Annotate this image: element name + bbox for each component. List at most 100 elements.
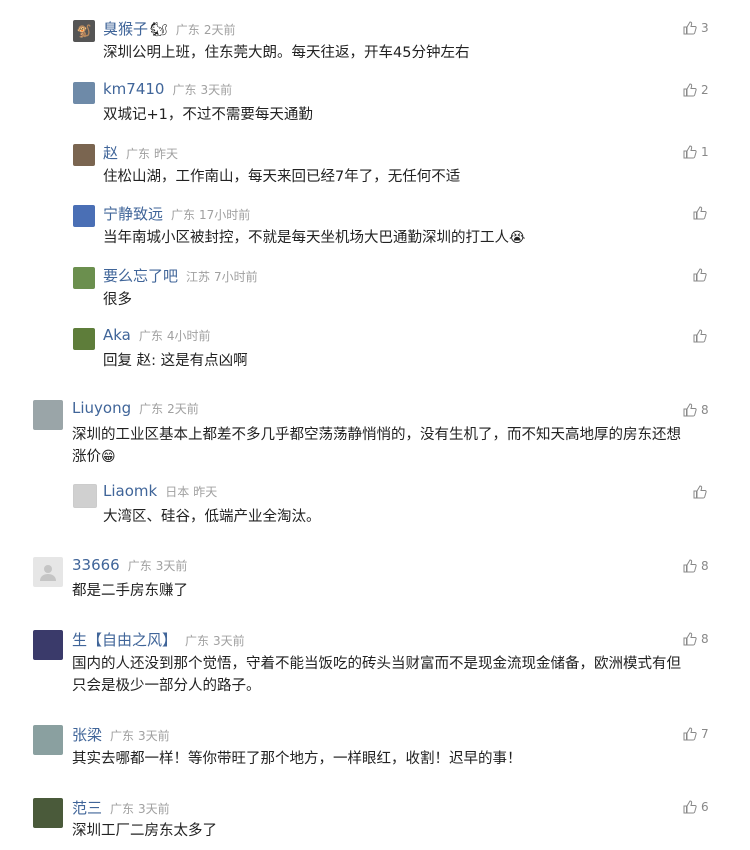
crying-emoji-icon: 😭 bbox=[509, 230, 526, 246]
comment-text: 双城记+1，不过不需要每天通勤 bbox=[103, 107, 313, 123]
username[interactable]: Aka bbox=[103, 326, 131, 344]
timestamp: 7小时前 bbox=[214, 270, 258, 284]
comment-text-line: 只会是极少一部分人的路子。 bbox=[72, 678, 261, 694]
username[interactable]: km7410 bbox=[103, 80, 164, 98]
location: 日本 bbox=[165, 485, 190, 499]
username[interactable]: 要么忘了吧 bbox=[103, 265, 178, 286]
comment-text: 住松山湖，工作南山，每天来回已经7年了，无任何不适 bbox=[103, 169, 461, 185]
avatar[interactable] bbox=[73, 144, 95, 166]
avatar[interactable] bbox=[33, 557, 63, 587]
like-button[interactable] bbox=[693, 268, 707, 282]
like-count: 8 bbox=[701, 403, 709, 417]
comment-meta: 赵 广东 昨天 bbox=[103, 142, 178, 163]
comment-text: 都是二手房东赚了 bbox=[72, 583, 188, 599]
location: 广东 bbox=[138, 329, 163, 343]
comment-text: 回复 赵: 这是有点凶啊 bbox=[103, 353, 248, 369]
like-count: 8 bbox=[701, 632, 709, 646]
comment-meta: Liaomk 日本 昨天 bbox=[103, 482, 217, 500]
comment-meta: 宁静致远 广东 17小时前 bbox=[103, 203, 250, 224]
comment-text-body: 当年南城小区被封控，不就是每天坐机场大巴通勤深圳的打工人 bbox=[103, 230, 509, 246]
comment-text: 国内的人还没到那个觉悟，守着不能当饭吃的砖头当财富而不是现金流现金储备，欧洲模式… bbox=[72, 653, 712, 697]
comment-text-line: 涨价😁 bbox=[72, 446, 712, 468]
avatar[interactable] bbox=[33, 798, 63, 828]
location: 广东 bbox=[172, 83, 197, 97]
location: 广东 bbox=[175, 23, 200, 37]
username[interactable]: 范三 bbox=[72, 797, 102, 818]
comment-meta: 要么忘了吧 江苏 7小时前 bbox=[103, 265, 258, 286]
like-count: 1 bbox=[701, 145, 709, 159]
grin-emoji-icon: 😁 bbox=[101, 449, 116, 465]
thumbs-up-icon bbox=[683, 83, 697, 97]
comment-text: 深圳工厂二房东太多了 bbox=[72, 823, 217, 839]
avatar[interactable] bbox=[33, 725, 63, 755]
avatar[interactable] bbox=[73, 82, 95, 104]
like-button[interactable]: 8 bbox=[683, 632, 709, 646]
thumbs-up-icon bbox=[683, 800, 697, 814]
like-button[interactable]: 8 bbox=[683, 403, 709, 417]
avatar[interactable] bbox=[73, 267, 95, 289]
timestamp: 4小时前 bbox=[166, 329, 211, 343]
like-button[interactable]: 8 bbox=[683, 559, 709, 573]
comment-meta: 范三 广东 3天前 bbox=[72, 797, 170, 818]
comment-meta: 张梁 广东 3天前 bbox=[72, 724, 170, 745]
comment-text-body: 涨价 bbox=[72, 449, 101, 465]
like-button[interactable]: 1 bbox=[683, 145, 709, 159]
username[interactable]: Liaomk bbox=[103, 482, 157, 500]
location: 广东 bbox=[171, 208, 196, 222]
squirrel-badge-icon: 🐿 bbox=[150, 22, 168, 38]
like-button[interactable]: 3 bbox=[683, 21, 709, 35]
username[interactable]: 臭猴子 bbox=[103, 18, 148, 39]
like-button[interactable] bbox=[693, 329, 707, 343]
comment-text-line: 深圳的工业区基本上都差不多几乎都空荡荡静悄悄的，没有生机了，而不知天高地厚的房东… bbox=[72, 427, 681, 443]
like-count: 3 bbox=[701, 21, 709, 35]
like-count: 7 bbox=[701, 727, 709, 741]
like-button[interactable] bbox=[693, 485, 707, 499]
comment-meta: 臭猴子 🐿 广东 2天前 bbox=[103, 18, 235, 39]
avatar[interactable] bbox=[33, 630, 63, 660]
location: 江苏 bbox=[186, 270, 211, 284]
like-count: 6 bbox=[701, 800, 709, 814]
thumbs-up-icon bbox=[683, 632, 697, 646]
timestamp: 昨天 bbox=[154, 147, 179, 161]
username[interactable]: 33666 bbox=[72, 556, 120, 574]
like-button[interactable]: 7 bbox=[683, 727, 709, 741]
username[interactable]: 宁静致远 bbox=[103, 203, 163, 224]
thumbs-up-icon bbox=[693, 268, 707, 282]
comment-meta: 生【自由之风】 广东 3天前 bbox=[72, 629, 245, 650]
location: 广东 bbox=[139, 402, 164, 416]
location: 广东 bbox=[127, 559, 152, 573]
like-button[interactable]: 6 bbox=[683, 800, 709, 814]
username[interactable]: 生【自由之风】 bbox=[72, 629, 177, 650]
timestamp: 昨天 bbox=[193, 485, 218, 499]
location: 广东 bbox=[126, 147, 151, 161]
comment-meta: km7410 广东 3天前 bbox=[103, 80, 232, 98]
timestamp: 17小时前 bbox=[199, 208, 251, 222]
avatar[interactable]: 🐒 bbox=[73, 20, 95, 42]
username[interactable]: 赵 bbox=[103, 142, 118, 163]
comment-meta: 33666 广东 3天前 bbox=[72, 556, 187, 574]
like-count: 2 bbox=[701, 83, 709, 97]
like-button[interactable] bbox=[693, 206, 707, 220]
thumbs-up-icon bbox=[683, 403, 697, 417]
location: 广东 bbox=[110, 802, 135, 816]
comment-text: 深圳公明上班，住东莞大朗。每天往返，开车45分钟左右 bbox=[103, 45, 470, 61]
like-count: 8 bbox=[701, 559, 709, 573]
timestamp: 3天前 bbox=[138, 802, 170, 816]
timestamp: 3天前 bbox=[138, 729, 170, 743]
avatar[interactable] bbox=[73, 205, 95, 227]
timestamp: 2天前 bbox=[167, 402, 199, 416]
thumbs-up-icon bbox=[693, 485, 707, 499]
username[interactable]: Liuyong bbox=[72, 399, 131, 417]
location: 广东 bbox=[185, 634, 210, 648]
thumbs-up-icon bbox=[693, 206, 707, 220]
thumbs-up-icon bbox=[683, 727, 697, 741]
avatar[interactable] bbox=[73, 328, 95, 350]
comment-text: 深圳的工业区基本上都差不多几乎都空荡荡静悄悄的，没有生机了，而不知天高地厚的房东… bbox=[72, 424, 712, 468]
avatar[interactable] bbox=[33, 400, 63, 430]
thumbs-up-icon bbox=[693, 329, 707, 343]
thumbs-up-icon bbox=[683, 559, 697, 573]
username[interactable]: 张梁 bbox=[72, 724, 102, 745]
like-button[interactable]: 2 bbox=[683, 83, 709, 97]
avatar[interactable] bbox=[73, 484, 97, 508]
comment-text-line: 国内的人还没到那个觉悟，守着不能当饭吃的砖头当财富而不是现金流现金储备，欧洲模式… bbox=[72, 656, 681, 672]
